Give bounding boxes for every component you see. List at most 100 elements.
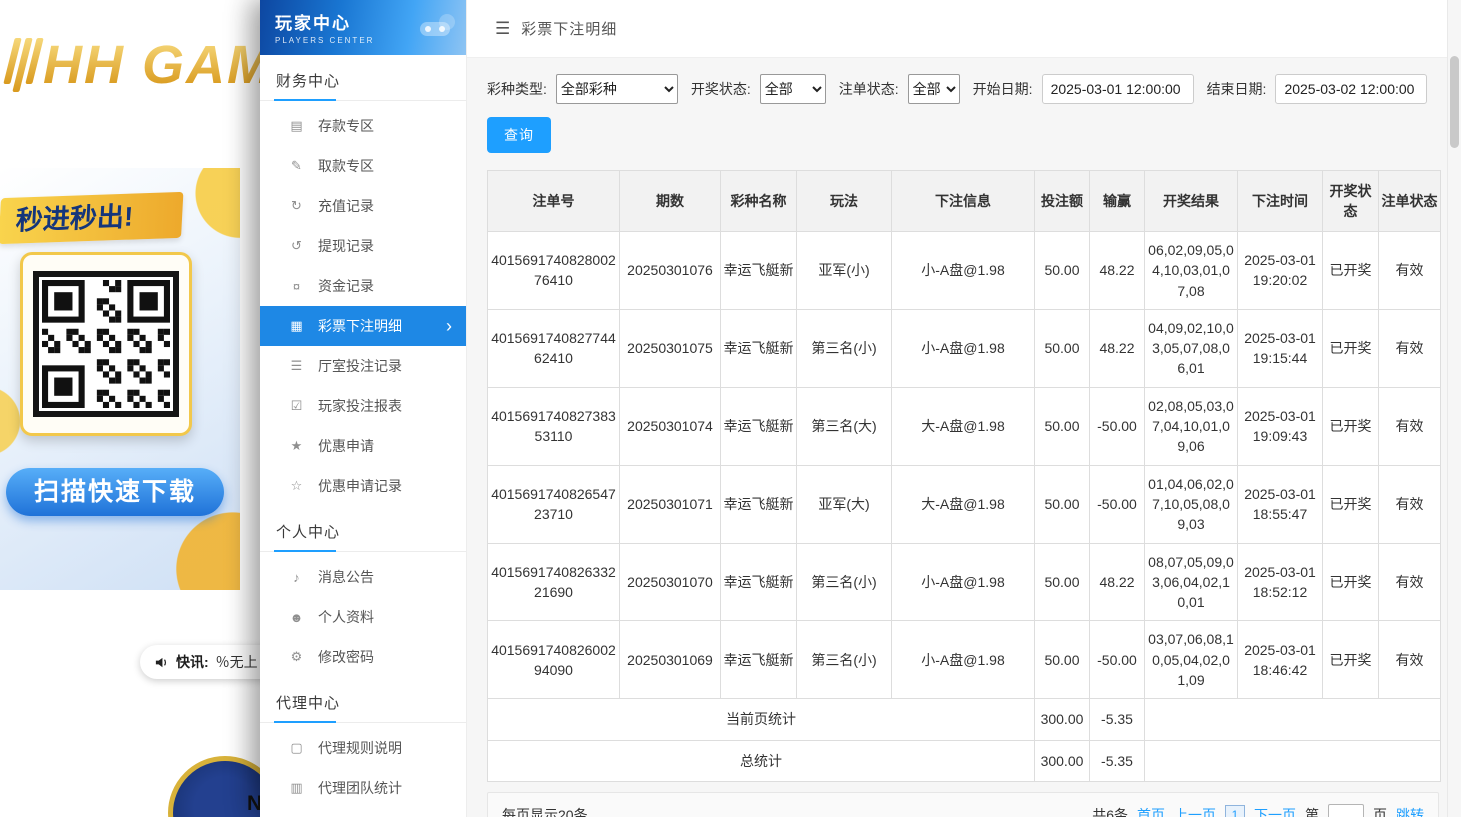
table-cell: 401569174082774462410 <box>488 309 620 387</box>
table-cell: 401569174082738353110 <box>488 387 620 465</box>
page-title: 彩票下注明细 <box>521 18 617 39</box>
sidebar-item-label: 提现记录 <box>318 236 374 256</box>
table-row: 40156917408265472371020250301071幸运飞艇新亚军(… <box>488 465 1441 543</box>
col-play-type: 玩法 <box>797 171 892 232</box>
col-bet-amount: 投注额 <box>1035 171 1090 232</box>
sidebar-item-withdrawal-records[interactable]: ↺提现记录 <box>260 226 466 266</box>
ticker-label: 快讯: <box>176 652 209 672</box>
download-button[interactable]: 扫描快速下载 <box>6 468 224 516</box>
first-page-link[interactable]: 首页 <box>1137 805 1165 817</box>
agent-team-stats-icon: ▥ <box>288 780 305 796</box>
sidebar-item-promo-apply[interactable]: ★优惠申请 <box>260 426 466 466</box>
sidebar-item-withdraw-zone[interactable]: ✎ 取款专区 <box>260 146 466 186</box>
table-cell: 亚军(大) <box>797 465 892 543</box>
table-cell: 大-A盘@1.98 <box>892 387 1035 465</box>
page-jump-input[interactable] <box>1328 804 1364 817</box>
table-cell: 幸运飞艇新 <box>721 232 797 310</box>
sidebar-item-deposit-zone[interactable]: ▤存款专区 <box>260 106 466 146</box>
sidebar-item-agent-team-stats[interactable]: ▥代理团队统计 <box>260 768 466 808</box>
table-cell: 08,07,05,09,03,06,04,02,10,01 <box>1145 543 1238 621</box>
table-cell: 已开奖 <box>1323 232 1379 310</box>
table-cell: 已开奖 <box>1323 543 1379 621</box>
sidebar-item-personal-profile[interactable]: ☻个人资料 <box>260 597 466 637</box>
sidebar-item-label: 取款专区 <box>318 156 374 176</box>
next-page-link[interactable]: 下一页 <box>1254 805 1296 817</box>
table-cell: 01,04,06,02,07,10,05,08,09,03 <box>1145 465 1238 543</box>
table-cell: 第三名(大) <box>797 387 892 465</box>
summary-bet-total: 300.00 <box>1035 699 1090 740</box>
sidebar-nav: 财务中心▤存款专区✎取款专区↻充值记录↺提现记录¤资金记录▦彩票下注明细›☰厅室… <box>260 55 466 817</box>
topbar: ☰ 彩票下注明细 <box>467 0 1447 58</box>
table-cell: 20250301071 <box>620 465 721 543</box>
bet-status-select[interactable]: 全部 <box>908 74 960 104</box>
filter-actions: 查询 <box>487 117 1439 153</box>
sidebar-item-recharge-records[interactable]: ↻充值记录 <box>260 186 466 226</box>
promo-banner: 秒进秒出! 扫描快速下载 <box>0 168 240 590</box>
col-bet-no: 注单号 <box>488 171 620 232</box>
current-page[interactable]: 1 <box>1225 805 1245 817</box>
col-draw-status: 开奖状态 <box>1323 171 1379 232</box>
table-cell: 2025-03-01 18:55:47 <box>1238 465 1323 543</box>
prev-page-link[interactable]: 上一页 <box>1174 805 1216 817</box>
table-row: 40156917408260029409020250301069幸运飞艇新第三名… <box>488 621 1441 699</box>
player-bet-report-icon: ☑ <box>288 398 305 414</box>
query-button[interactable]: 查询 <box>487 117 551 153</box>
hall-bet-records-icon: ☰ <box>288 358 305 374</box>
withdraw-zone-icon: ✎ <box>288 158 305 174</box>
table-cell: 有效 <box>1379 387 1441 465</box>
lottery-bet-details-icon: ▦ <box>288 318 305 334</box>
col-bet-status: 注单状态 <box>1379 171 1441 232</box>
table-cell: 2025-03-01 19:09:43 <box>1238 387 1323 465</box>
table-cell: 50.00 <box>1035 387 1090 465</box>
sidebar-item-funds-records[interactable]: ¤资金记录 <box>260 266 466 306</box>
table-cell: 2025-03-01 18:52:12 <box>1238 543 1323 621</box>
change-password-icon: ⚙ <box>288 649 305 665</box>
end-date-input[interactable] <box>1275 74 1427 104</box>
table-cell: -50.00 <box>1090 387 1145 465</box>
table-cell: 已开奖 <box>1323 387 1379 465</box>
table-cell: 小-A盘@1.98 <box>892 621 1035 699</box>
table-cell: 48.22 <box>1090 309 1145 387</box>
table-cell: 20250301069 <box>620 621 721 699</box>
table-cell: 50.00 <box>1035 621 1090 699</box>
per-page-label: 每页显示20条 <box>502 805 588 817</box>
sidebar-item-label: 玩家投注报表 <box>318 396 402 416</box>
summary-label: 总统计 <box>488 740 1035 781</box>
draw-status-select[interactable]: 全部 <box>760 74 826 104</box>
table-cell: 02,08,05,03,07,04,10,01,09,06 <box>1145 387 1238 465</box>
bet-table-body: 40156917408280027641020250301076幸运飞艇新亚军(… <box>488 232 1441 782</box>
table-row: 40156917408277446241020250301075幸运飞艇新第三名… <box>488 309 1441 387</box>
sidebar-item-label: 资金记录 <box>318 276 374 296</box>
sidebar-item-lottery-bet-details[interactable]: ▦彩票下注明细› <box>260 306 466 346</box>
sidebar-item-label: 充值记录 <box>318 196 374 216</box>
hamburger-icon[interactable]: ☰ <box>495 19 510 39</box>
table-cell: 有效 <box>1379 621 1441 699</box>
start-date-input[interactable] <box>1042 74 1194 104</box>
sidebar-item-change-password[interactable]: ⚙修改密码 <box>260 637 466 677</box>
col-bet-time: 下注时间 <box>1238 171 1323 232</box>
table-cell: 20250301074 <box>620 387 721 465</box>
lottery-type-label: 彩种类型: <box>487 79 547 99</box>
table-cell: 有效 <box>1379 543 1441 621</box>
sidebar-item-agent-rules[interactable]: ▢代理规则说明 <box>260 728 466 768</box>
table-cell: 幸运飞艇新 <box>721 309 797 387</box>
sidebar-item-label: 优惠申请记录 <box>318 476 402 496</box>
sidebar-item-message-announcements[interactable]: ♪消息公告 <box>260 557 466 597</box>
sidebar-item-hall-bet-records[interactable]: ☰厅室投注记录 <box>260 346 466 386</box>
jump-link[interactable]: 跳转 <box>1396 805 1424 817</box>
col-win-loss: 输赢 <box>1090 171 1145 232</box>
summary-win-loss: -5.35 <box>1090 740 1145 781</box>
sidebar-item-promo-apply-records[interactable]: ☆优惠申请记录 <box>260 466 466 506</box>
sidebar-item-label: 存款专区 <box>318 116 374 136</box>
agent-rules-icon: ▢ <box>288 740 305 756</box>
start-date-label: 开始日期: <box>973 79 1033 99</box>
lottery-type-select[interactable]: 全部彩种 <box>556 74 678 104</box>
summary-bet-total: 300.00 <box>1035 740 1090 781</box>
table-cell: 20250301070 <box>620 543 721 621</box>
scrollbar[interactable] <box>1447 0 1461 817</box>
table-cell: 第三名(小) <box>797 621 892 699</box>
summary-label: 当前页统计 <box>488 699 1035 740</box>
scrollbar-thumb[interactable] <box>1450 56 1459 148</box>
sidebar-item-player-bet-report[interactable]: ☑ 玩家投注报表 <box>260 386 466 426</box>
chevron-right-icon: › <box>446 317 452 335</box>
